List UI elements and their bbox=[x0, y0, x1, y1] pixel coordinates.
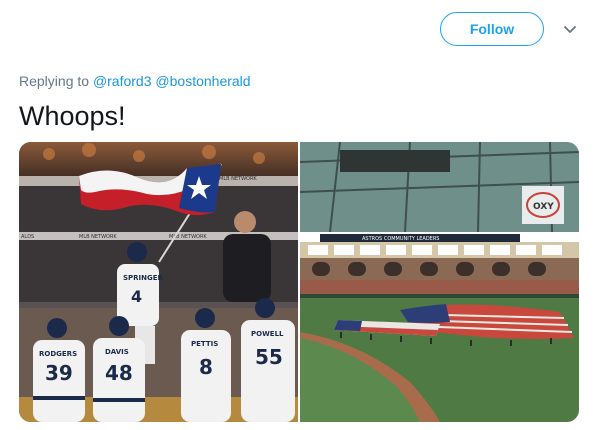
player-number-55: 55 bbox=[255, 345, 283, 369]
dugout-sign-mlb-network-2: MLB NETWORK bbox=[219, 176, 257, 182]
player-name-pettis: PETTIS bbox=[191, 340, 218, 348]
reply-prefix: Replying to bbox=[19, 73, 90, 89]
reply-context: Replying to @raford3 @bostonherald bbox=[19, 73, 251, 89]
player-name-rodgers: RODGERS bbox=[39, 350, 77, 358]
photo-players-with-flag[interactable]: MLB NETWORK MLB NETWORK ALDS MLB NETWORK bbox=[19, 142, 298, 422]
oxy-sign: OXY bbox=[522, 186, 564, 224]
player-name-powell: POWELL bbox=[251, 330, 284, 338]
more-menu-button[interactable] bbox=[560, 20, 580, 40]
community-leaders-banner: ASTROS COMMUNITY LEADERS bbox=[362, 236, 439, 242]
player-number-8: 8 bbox=[199, 355, 213, 379]
player-name-springer: SPRINGER bbox=[123, 274, 164, 282]
media-grid: MLB NETWORK MLB NETWORK ALDS MLB NETWORK bbox=[19, 142, 579, 422]
mention-link-raford3[interactable]: @raford3 bbox=[93, 73, 152, 89]
player-name-davis: DAVIS bbox=[105, 348, 129, 356]
dugout-sign-alds-1: ALDS bbox=[21, 234, 34, 240]
mention-link-bostonherald[interactable]: @bostonherald bbox=[155, 73, 250, 89]
follow-button[interactable]: Follow bbox=[440, 12, 544, 46]
player-number-4: 4 bbox=[131, 287, 142, 306]
photo-stadium-with-flags[interactable]: OXY ASTROS COMMUNITY LEADERS bbox=[300, 142, 579, 422]
tweet-text: Whoops! bbox=[19, 101, 126, 131]
player-number-39: 39 bbox=[45, 361, 73, 385]
chevron-down-icon bbox=[564, 26, 576, 33]
oxy-sign-text: OXY bbox=[533, 202, 554, 212]
tweet-card: Follow Replying to @raford3 @bostonheral… bbox=[0, 0, 600, 430]
dugout-sign-mlb-network-1: MLB NETWORK bbox=[79, 234, 117, 240]
player-number-48: 48 bbox=[105, 361, 133, 385]
